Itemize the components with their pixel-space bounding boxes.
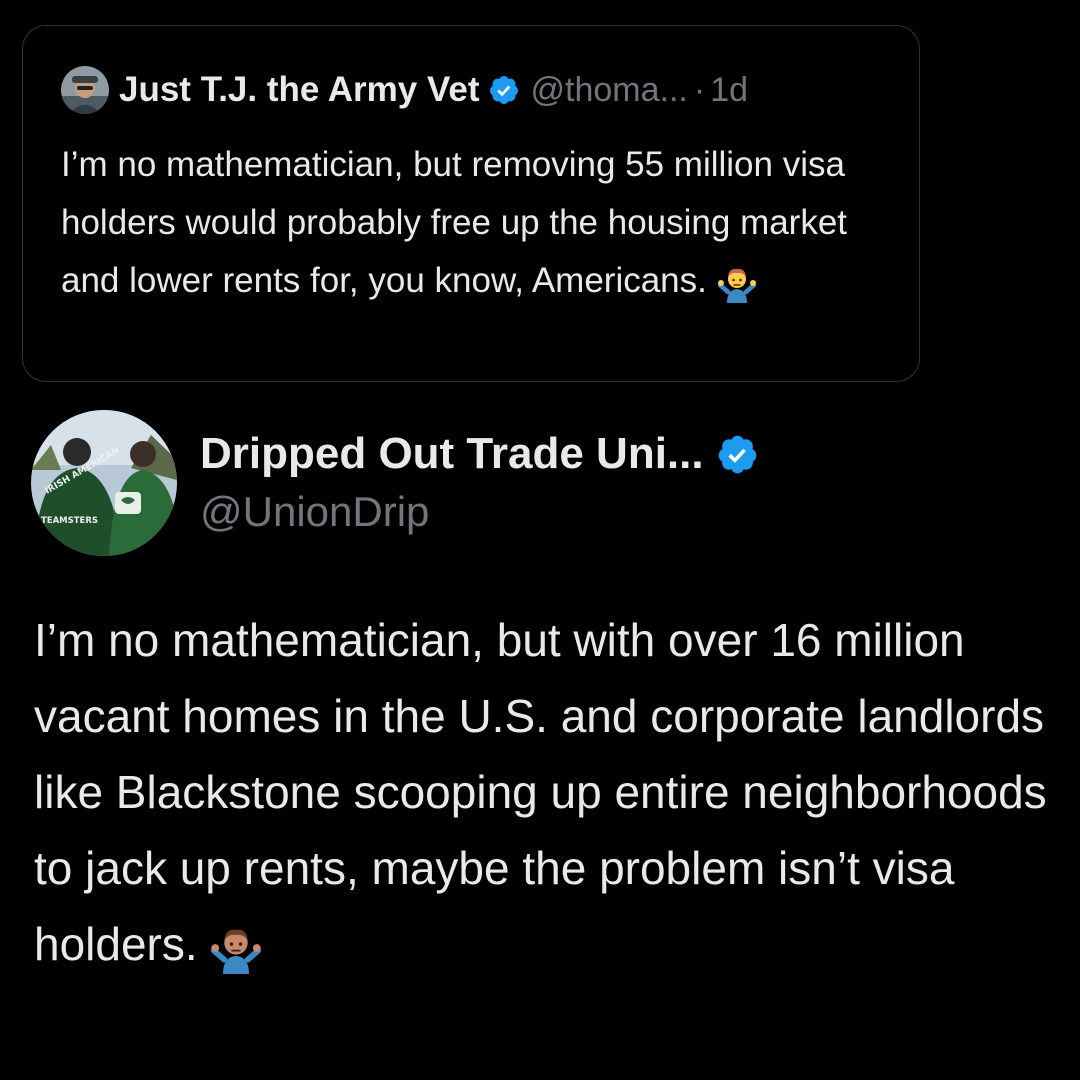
- author-avatar[interactable]: IRISH AMERICAN TEAMSTERS: [31, 410, 177, 556]
- verified-badge-icon: [718, 435, 756, 473]
- quoted-author-avatar[interactable]: [61, 66, 109, 114]
- tweet-body: I’m no mathematician, but with over 16 m…: [34, 602, 1074, 982]
- verified-badge-icon: [489, 76, 518, 104]
- author-handle[interactable]: @UnionDrip: [200, 488, 429, 536]
- header-separator: ·: [693, 70, 706, 109]
- person-shrugging-emoji-icon: [210, 922, 262, 974]
- quoted-tweet-card[interactable]: Just T.J. the Army Vet @thoma... · 1d I’…: [22, 25, 920, 382]
- author-name[interactable]: Dripped Out Trade Uni...: [200, 429, 704, 479]
- quoted-author-handle[interactable]: @thoma...: [531, 71, 688, 110]
- quoted-tweet-body: I’m no mathematician, but removing 55 mi…: [61, 136, 901, 310]
- quoted-tweet-timestamp[interactable]: 1d: [710, 71, 748, 110]
- man-shrugging-emoji-icon: [717, 263, 757, 303]
- author-name-row: Dripped Out Trade Uni...: [200, 424, 759, 484]
- quoted-tweet-header: Just T.J. the Army Vet @thoma... · 1d: [61, 66, 748, 114]
- quoted-author-name[interactable]: Just T.J. the Army Vet: [119, 70, 480, 110]
- tweet-text: I’m no mathematician, but with over 16 m…: [34, 614, 1047, 970]
- svg-text:TEAMSTERS: TEAMSTERS: [41, 516, 98, 526]
